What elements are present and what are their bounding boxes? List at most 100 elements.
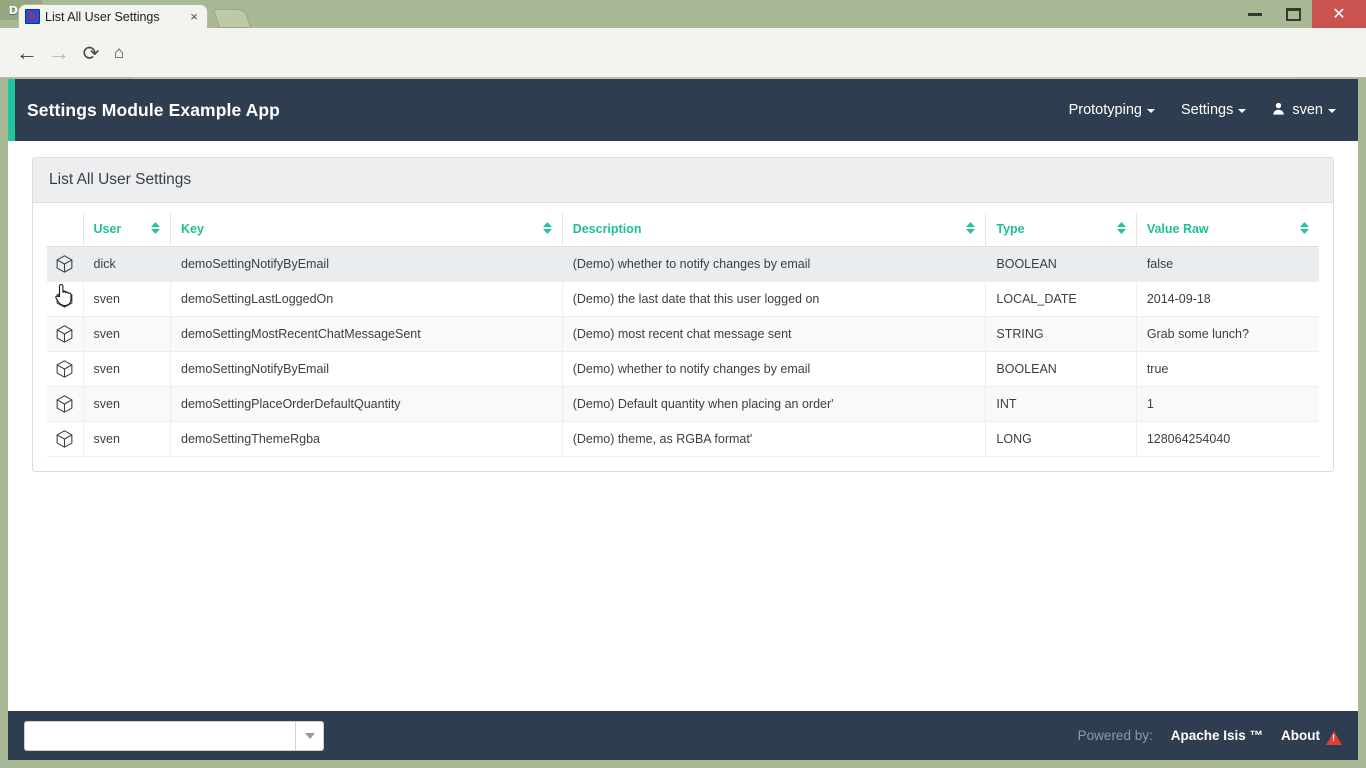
panel-title: List All User Settings (33, 158, 1333, 203)
cell-description: (Demo) Default quantity when placing an … (561, 386, 986, 422)
cell-value-raw: 128064254040 (1135, 421, 1319, 457)
browser-toolbar: ← → ⟳ ⌂ localhost:8080/wicket/wicket/pag… (0, 28, 1366, 104)
reload-button[interactable]: ⟳ (76, 38, 106, 68)
cell-user: sven (82, 351, 171, 387)
app-brand-title: Settings Module Example App (27, 99, 280, 120)
tab-title: List All User Settings (45, 9, 160, 24)
cell-type: LONG (985, 421, 1137, 457)
window-close-button[interactable]: ✕ (1312, 0, 1366, 28)
chevron-down-icon (1238, 109, 1247, 113)
powered-by-label: Powered by: (1077, 728, 1153, 743)
cell-type: STRING (985, 316, 1137, 352)
column-label: User (93, 222, 122, 236)
browser-tab[interactable]: Is List All User Settings × (18, 4, 208, 28)
cell-key: demoSettingPlaceOrderDefaultQuantity (170, 386, 563, 422)
nav-item-settings[interactable]: Settings (1180, 102, 1247, 118)
nav-item-label: Prototyping (1068, 102, 1142, 118)
footer-select[interactable] (24, 720, 324, 751)
nav-item-label: sven (1292, 102, 1323, 118)
table-row[interactable]: sven demoSettingLastLoggedOn (Demo) the la… (47, 281, 1319, 317)
cell-user: dick (82, 246, 171, 282)
cell-user: sven (82, 281, 171, 317)
sort-icon[interactable] (1300, 222, 1309, 237)
sort-icon[interactable] (966, 222, 976, 237)
nav-item-prototyping[interactable]: Prototyping (1069, 102, 1155, 118)
column-label: Value Raw (1146, 222, 1209, 236)
app-navbar: Settings Module Example App Prototyping … (8, 79, 1358, 141)
column-header-value-raw[interactable]: Value Raw (1135, 213, 1319, 247)
cell-key: demoSettingMostRecentChatMessageSent (170, 316, 563, 352)
cell-type: BOOLEAN (985, 351, 1137, 387)
minimize-icon (1248, 12, 1262, 16)
cell-description: (Demo) the last date that this user logg… (561, 281, 986, 317)
cell-type: BOOLEAN (985, 246, 1137, 282)
nav-item-user[interactable]: sven (1272, 102, 1336, 118)
row-object-icon[interactable] (47, 386, 83, 422)
column-header-icon (47, 213, 83, 247)
row-object-icon[interactable] (47, 246, 83, 282)
chevron-down-icon (1328, 109, 1336, 113)
settings-table: User Key Description Type Value Raw dick… (47, 213, 1319, 457)
chevron-down-icon (1146, 109, 1155, 113)
nav-item-label: Settings (1180, 102, 1234, 118)
apache-isis-link[interactable]: Apache Isis ™ (1171, 728, 1263, 743)
page-content: List All User Settings User Key Descript… (8, 141, 1358, 711)
window-maximize-button[interactable] (1276, 3, 1310, 25)
cell-description: (Demo) whether to notify changes by emai… (561, 351, 986, 387)
row-object-icon[interactable] (47, 421, 83, 457)
navbar-menu: Prototyping Settings sven (1069, 102, 1336, 118)
cell-description: (Demo) whether to notify changes by emai… (561, 246, 986, 282)
row-object-icon[interactable] (47, 316, 83, 352)
maximize-icon (1285, 7, 1301, 21)
sort-icon[interactable] (542, 222, 552, 237)
column-header-type[interactable]: Type (985, 213, 1137, 247)
table-head: User Key Description Type Value Raw (47, 213, 1319, 247)
table-row[interactable]: sven demoSettingPlaceOrderDefaultQuantity… (47, 386, 1319, 422)
chevron-down-icon[interactable] (295, 721, 323, 750)
back-button[interactable]: ← (12, 38, 42, 68)
cell-value-raw: Grab some lunch? (1135, 316, 1319, 352)
cell-value-raw: true (1135, 351, 1319, 387)
row-object-icon[interactable] (47, 281, 83, 317)
cell-user: sven (82, 386, 171, 422)
row-object-icon[interactable] (47, 351, 83, 387)
column-header-key[interactable]: Key (170, 213, 563, 247)
about-group[interactable]: About (1281, 728, 1342, 745)
column-header-user[interactable]: User (82, 213, 171, 247)
column-label: Key (181, 222, 204, 236)
cell-description: (Demo) theme, as RGBA format' (561, 421, 986, 457)
panel-body: User Key Description Type Value Raw dick… (33, 203, 1333, 471)
browser-window: Is List All User Settings × Dan ✕ ← → ⟳ … (0, 0, 1366, 768)
about-link[interactable]: About (1281, 728, 1320, 743)
cell-value-raw: 1 (1135, 386, 1319, 422)
cell-key: demoSettingNotifyByEmail (170, 351, 563, 387)
cell-description: (Demo) most recent chat message sent (561, 316, 986, 352)
settings-panel: List All User Settings User Key Descript… (32, 157, 1334, 472)
table-row[interactable]: sven demoSettingMostRecentChatMessageSent… (47, 316, 1319, 352)
table-row[interactable]: sven demoSettingThemeRgba (Demo) theme, as… (47, 421, 1319, 457)
cell-type: INT (985, 386, 1137, 422)
sort-icon[interactable] (1116, 222, 1126, 237)
table-row[interactable]: sven demoSettingNotifyByEmail (Demo) wheth… (47, 351, 1319, 387)
cell-key: demoSettingLastLoggedOn (170, 281, 563, 317)
tab-close-icon[interactable]: × (187, 9, 201, 24)
column-label: Type (996, 222, 1025, 236)
cell-user: sven (82, 316, 171, 352)
new-tab-button[interactable] (212, 9, 252, 28)
sort-icon[interactable] (151, 222, 160, 237)
browser-titlebar: Is List All User Settings × Dan ✕ (0, 0, 1366, 28)
footer-right: Powered by: Apache Isis ™ About (1077, 728, 1342, 745)
home-button[interactable]: ⌂ (104, 38, 134, 68)
cell-user: sven (82, 421, 171, 457)
column-header-description[interactable]: Description (561, 213, 986, 247)
column-label: Description (572, 222, 642, 236)
user-icon (1272, 102, 1285, 118)
window-minimize-button[interactable] (1238, 3, 1272, 25)
favicon-icon: Is (25, 9, 40, 24)
warning-triangle-icon (1326, 730, 1342, 745)
app-footer: Powered by: Apache Isis ™ About (8, 711, 1358, 760)
forward-button[interactable]: → (44, 38, 74, 68)
table-header-row: User Key Description Type Value Raw (47, 213, 1319, 247)
page-viewport: Settings Module Example App Prototyping … (8, 79, 1358, 760)
table-row[interactable]: dick demoSettingNotifyByEmail (Demo) wheth… (47, 246, 1319, 282)
